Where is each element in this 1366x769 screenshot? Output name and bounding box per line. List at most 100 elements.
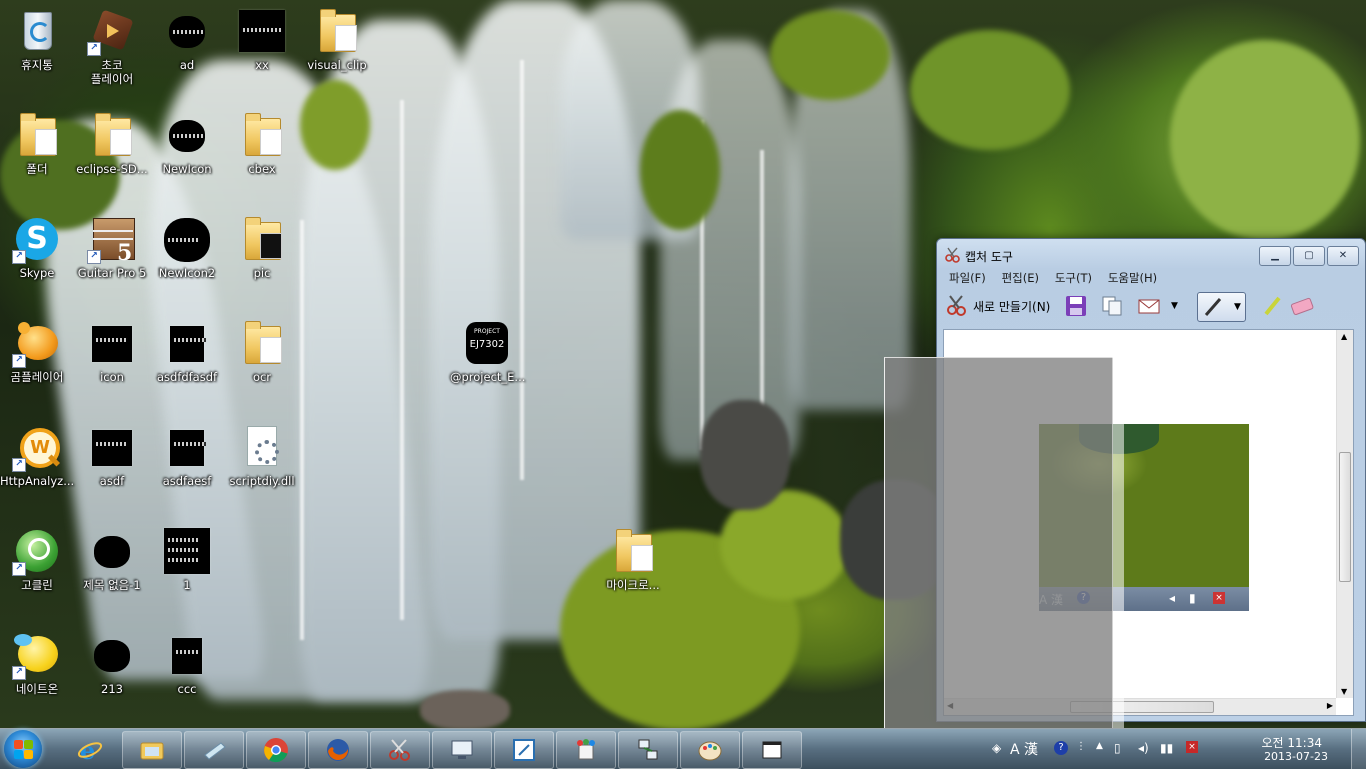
icon-label: icon	[100, 370, 124, 384]
desktop-folder-eclipse[interactable]: eclipse-SD...	[75, 104, 149, 200]
dll-file-icon	[239, 424, 285, 470]
desktop-file-ccc[interactable]: ccc	[150, 624, 224, 720]
taskbar-window[interactable]	[742, 731, 802, 769]
recycle-bin-shortcut[interactable]: 휴지통	[0, 0, 74, 96]
monitor-icon	[451, 740, 473, 759]
taskbar-editor[interactable]	[494, 731, 554, 769]
title-bar[interactable]: 캡처 도구 ▁ ▢ ✕	[937, 239, 1365, 269]
vertical-scrollbar[interactable]: ▲ ▼	[1336, 330, 1353, 698]
icon-label: @project_E...	[450, 370, 526, 384]
skype-shortcut[interactable]: S ↗ Skype	[0, 208, 74, 304]
icon-label: NewIcon2	[158, 266, 216, 280]
help-icon[interactable]: ?	[1054, 741, 1068, 755]
desktop-file-newicon2[interactable]: NewIcon2	[150, 208, 224, 304]
icon-label: 213	[101, 682, 123, 696]
black-image-icon	[89, 320, 135, 366]
maximize-button[interactable]: ▢	[1293, 246, 1325, 266]
black-image-icon	[164, 320, 210, 366]
desktop-file-untitled-1[interactable]: 제목 없음-1	[75, 520, 149, 616]
desktop-file-xx[interactable]: xx	[225, 0, 299, 96]
new-snip-button[interactable]: 새로 만들기(N)	[945, 292, 1050, 320]
project-logo-text: PROJECT	[474, 328, 500, 335]
guitar-pro-shortcut[interactable]: 5 ↗ Guitar Pro 5	[75, 208, 149, 304]
send-snip-button[interactable]: ▼	[1137, 292, 1178, 320]
taskbar-snipping-tool[interactable]	[370, 731, 430, 769]
ime-options-icon[interactable]: ⋮	[1076, 741, 1086, 752]
scroll-down-arrow[interactable]: ▼	[1341, 687, 1347, 696]
desktop-folder-visual-clip[interactable]: visual_clip	[300, 0, 374, 96]
volume-icon[interactable]: ◂)	[1138, 741, 1149, 755]
desktop-folder-pic[interactable]: pic	[225, 208, 299, 304]
desktop-file-scriptdiy-dll[interactable]: scriptdiy.dll	[225, 416, 299, 512]
icon-label: asdfaesf	[162, 474, 212, 488]
copy-button[interactable]	[1101, 292, 1123, 320]
show-hidden-icons-icon[interactable]: ▲	[1096, 741, 1103, 751]
network-status-icon[interactable]: ▮▮	[1160, 741, 1173, 755]
chevron-down-icon[interactable]: ▼	[1171, 301, 1178, 311]
menu-tools[interactable]: 도구(T)	[1055, 269, 1092, 287]
clock-time[interactable]: 오전 11:34	[1262, 734, 1322, 751]
pen-button[interactable]: ▼	[1197, 292, 1246, 322]
desktop-file-project-ej[interactable]: PROJECT EJ7302 @project_E...	[450, 312, 526, 408]
desktop-file-1[interactable]: 1	[150, 520, 224, 616]
http-analyzer-icon: W ↗	[12, 424, 61, 472]
menu-edit[interactable]: 편집(E)	[1002, 269, 1039, 287]
scissors-icon	[389, 739, 410, 761]
ime-indicator[interactable]: A 漢	[1010, 739, 1038, 759]
eraser-button[interactable]	[1289, 292, 1315, 320]
language-bar-icon[interactable]: ◈	[992, 741, 1001, 755]
choco-player-shortcut[interactable]: ↗ 초코 플레이어	[75, 0, 149, 96]
desktop-folder-ocr[interactable]: ocr	[225, 312, 299, 408]
desktop-folder-폴더[interactable]: 폴더	[0, 104, 74, 200]
menu-help[interactable]: 도움말(H)	[1108, 269, 1157, 287]
desktop-file-ad[interactable]: ad	[150, 0, 224, 96]
taskbar-network-tool[interactable]	[618, 731, 678, 769]
desktop-file-icon[interactable]: icon	[75, 312, 149, 408]
black-image-icon	[164, 8, 210, 54]
desktop-folder-microsoft[interactable]: 마이크로...	[596, 520, 670, 616]
desktop-file-asdfdfasdf[interactable]: asdfdfasdf	[150, 312, 224, 408]
desktop-folder-cbex[interactable]: cbex	[225, 104, 299, 200]
highlighter-button[interactable]	[1261, 292, 1283, 320]
desktop-file-asdfaesf[interactable]: asdfaesf	[150, 416, 224, 512]
close-button[interactable]: ✕	[1327, 246, 1359, 266]
scroll-right-arrow[interactable]: ▶	[1327, 701, 1333, 710]
taskbar-ie[interactable]: e	[60, 731, 120, 769]
show-desktop-button[interactable]	[1351, 729, 1366, 769]
icon-label: ocr	[252, 370, 272, 384]
palette-icon	[698, 741, 722, 761]
firefox-icon	[327, 739, 349, 761]
save-button[interactable]	[1065, 292, 1087, 320]
scroll-up-arrow[interactable]: ▲	[1341, 332, 1347, 341]
folder-icon	[14, 112, 60, 158]
icon-label: xx	[255, 58, 269, 72]
goclean-shortcut[interactable]: ↗ 고클린	[0, 520, 74, 616]
taskbar-firefox[interactable]	[308, 731, 368, 769]
taskbar-notepad[interactable]	[184, 731, 244, 769]
nateon-shortcut[interactable]: ↗ 네이트온	[0, 624, 74, 720]
minimize-button[interactable]: ▁	[1259, 246, 1291, 266]
taskbar-remote-desktop[interactable]	[432, 731, 492, 769]
vertical-scroll-thumb[interactable]	[1339, 452, 1351, 582]
network-icon: ▮	[1189, 591, 1196, 605]
snip-selection-overlay[interactable]	[884, 357, 1113, 729]
nateon-icon: ↗	[12, 632, 60, 680]
desktop-file-asdf[interactable]: asdf	[75, 416, 149, 512]
alert-icon[interactable]: ×	[1186, 741, 1198, 753]
taskbar-paint-bucket[interactable]	[556, 731, 616, 769]
taskbar-paint[interactable]	[680, 731, 740, 769]
taskbar-chrome[interactable]	[246, 731, 306, 769]
clock-date[interactable]: 2013-07-23	[1264, 750, 1328, 763]
taskbar-explorer[interactable]	[122, 731, 182, 769]
menu-file[interactable]: 파일(F)	[949, 269, 986, 287]
ie-icon: e	[77, 737, 103, 763]
gom-player-shortcut[interactable]: ↗ 곰플레이어	[0, 312, 74, 408]
desktop-file-213[interactable]: 213	[75, 624, 149, 720]
black-image-icon	[164, 632, 210, 678]
desktop-file-newicon[interactable]: NewIcon	[150, 104, 224, 200]
start-button[interactable]	[4, 730, 42, 768]
usb-icon[interactable]: ▯	[1114, 741, 1121, 755]
http-analyzer-shortcut[interactable]: W ↗ HttpAnalyz...	[0, 416, 74, 512]
chevron-down-icon[interactable]: ▼	[1234, 302, 1241, 312]
black-image-icon	[239, 8, 285, 54]
